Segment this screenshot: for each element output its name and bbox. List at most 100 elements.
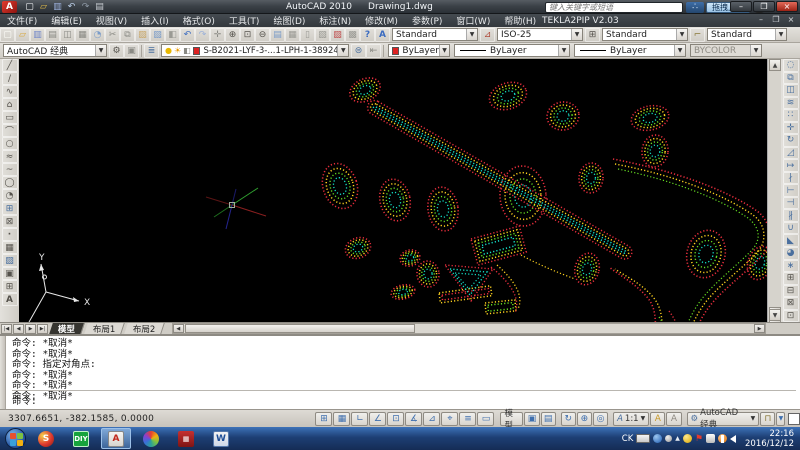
rectangle-icon[interactable]: ▭ bbox=[2, 111, 18, 124]
fillet-icon[interactable]: ◕ bbox=[783, 247, 799, 260]
hatch-icon[interactable]: ▦ bbox=[2, 241, 18, 254]
mleader-style-combo[interactable]: Standard▼ bbox=[707, 28, 787, 41]
lineweight-combo[interactable]: ByLayer▼ bbox=[574, 44, 686, 57]
menu-item[interactable]: 修改(M) bbox=[358, 14, 405, 27]
open-icon[interactable]: ▱ bbox=[15, 28, 30, 42]
menu-item[interactable]: 编辑(E) bbox=[44, 14, 89, 27]
search-input[interactable] bbox=[545, 2, 683, 13]
first-tab-icon[interactable]: |◀ bbox=[1, 324, 12, 334]
steeringwheel-icon[interactable]: ◎ bbox=[593, 412, 608, 426]
taskbar-pinwheel-app[interactable] bbox=[136, 428, 166, 449]
restore-button[interactable]: ❐ bbox=[753, 1, 775, 12]
chevron-down-icon[interactable]: ▼ bbox=[558, 45, 569, 56]
linetype-combo[interactable]: ByLayer▼ bbox=[454, 44, 570, 57]
autocad-logo-icon[interactable]: A bbox=[2, 1, 17, 13]
copy-icon[interactable]: ⧉ bbox=[120, 28, 135, 42]
tray-expand-icon[interactable]: ▲ bbox=[675, 435, 680, 442]
tab-layout2[interactable]: 布局2 bbox=[125, 323, 166, 334]
chevron-down-icon[interactable]: ▼ bbox=[466, 29, 477, 40]
designcenter-icon[interactable]: ▦ bbox=[285, 28, 300, 42]
make-block-icon[interactable]: ⊠ bbox=[2, 215, 18, 228]
text-style-combo[interactable]: Standard▼ bbox=[392, 28, 478, 41]
quickcalc-icon[interactable]: ▩ bbox=[345, 28, 360, 42]
publish-icon[interactable]: ▦ bbox=[75, 28, 90, 42]
undo-icon[interactable]: ↶ bbox=[65, 1, 78, 13]
table-style-combo[interactable]: Standard▼ bbox=[602, 28, 688, 41]
sheet-set-manager-icon[interactable]: ▧ bbox=[315, 28, 330, 42]
table-style-icon[interactable]: ⊞ bbox=[585, 28, 600, 42]
qp-toggle[interactable]: ▭ bbox=[477, 412, 494, 426]
menu-item[interactable]: 插入(I) bbox=[134, 14, 176, 27]
workspace-save-icon[interactable]: ▣ bbox=[124, 44, 139, 58]
scroll-up-icon[interactable]: ▲ bbox=[769, 59, 781, 71]
extend-icon[interactable]: ⊢ bbox=[783, 184, 799, 197]
menu-item[interactable]: 文件(F) bbox=[0, 14, 44, 27]
circle-icon[interactable]: ○ bbox=[2, 137, 18, 150]
offset-icon[interactable]: ≋ bbox=[783, 97, 799, 110]
ducs-toggle[interactable]: ⊿ bbox=[423, 412, 440, 426]
table-icon[interactable]: ⊞ bbox=[2, 280, 18, 293]
sogou-tray-icon[interactable] bbox=[653, 434, 662, 443]
chevron-down-icon[interactable]: ▼ bbox=[775, 29, 786, 40]
doc-restore-button[interactable]: ❐ bbox=[770, 15, 782, 24]
markup-set-manager-icon[interactable]: ▨ bbox=[330, 28, 345, 42]
vertical-scrollbar[interactable]: ▲ ▼ bbox=[767, 59, 781, 322]
menu-item[interactable]: 绘图(D) bbox=[266, 14, 312, 27]
taskbar-autocad-app[interactable]: A bbox=[101, 428, 131, 449]
autoscale-icon[interactable]: A bbox=[666, 412, 681, 426]
annotation-scale-button[interactable]: A 1:1 ▼ bbox=[613, 412, 649, 426]
lwt-toggle[interactable]: ≡ bbox=[459, 412, 476, 426]
break-at-point-icon[interactable]: ⊣ bbox=[783, 197, 799, 210]
pan-icon[interactable]: ✛ bbox=[210, 28, 225, 42]
menu-item[interactable]: 格式(O) bbox=[176, 14, 222, 27]
paste-icon[interactable]: ▨ bbox=[135, 28, 150, 42]
tab-model[interactable]: 模型 bbox=[49, 323, 85, 334]
model-space-drawing[interactable]: YXZ bbox=[19, 59, 767, 322]
horizontal-scrollbar[interactable]: ◀ ▶ bbox=[172, 323, 766, 334]
plot-preview-icon[interactable]: ◫ bbox=[60, 28, 75, 42]
taskbar-diy-app[interactable]: DIY bbox=[66, 428, 96, 449]
chevron-down-icon[interactable]: ▼ bbox=[674, 45, 685, 56]
clean-screen-button[interactable] bbox=[788, 413, 800, 425]
make-layer-current-icon[interactable]: ⊜ bbox=[351, 44, 366, 58]
workspace-settings-icon[interactable]: ⚙ bbox=[109, 44, 124, 58]
security-flag-icon[interactable]: ⚑ bbox=[695, 434, 703, 444]
open-icon[interactable]: ▱ bbox=[37, 1, 50, 13]
zoom-previous-icon[interactable]: ⊖ bbox=[255, 28, 270, 42]
menu-item[interactable]: 工具(T) bbox=[222, 14, 267, 27]
region-icon[interactable]: ▣ bbox=[2, 267, 18, 280]
zoom-realtime-icon[interactable]: ⊕ bbox=[225, 28, 240, 42]
toolbar-lock-icon[interactable]: ⊓ bbox=[760, 412, 775, 426]
copy-icon[interactable]: ⧉ bbox=[783, 72, 799, 85]
block-editor-icon[interactable]: ◧ bbox=[165, 28, 180, 42]
communication-center-icon[interactable]: ∴ bbox=[686, 2, 704, 13]
prev-tab-icon[interactable]: ◀ bbox=[13, 324, 24, 334]
annotation-visibility-icon[interactable]: A bbox=[650, 412, 665, 426]
chamfer-icon[interactable]: ◣ bbox=[783, 234, 799, 247]
break-icon[interactable]: ∦ bbox=[783, 209, 799, 222]
drawing-canvas[interactable]: YXZ bbox=[19, 59, 767, 322]
new-icon[interactable]: ▢ bbox=[23, 1, 36, 13]
rotate-icon[interactable]: ↻ bbox=[783, 134, 799, 147]
snap-toggle[interactable]: ⊞ bbox=[315, 412, 332, 426]
scroll-down-icon[interactable]: ▼ bbox=[769, 309, 781, 321]
move-icon[interactable]: ✛ bbox=[783, 122, 799, 135]
chevron-down-icon[interactable]: ▼ bbox=[95, 45, 106, 56]
mleader-style-icon[interactable]: ⌐ bbox=[690, 28, 705, 42]
keyboard-icon[interactable] bbox=[636, 434, 650, 443]
erase-icon[interactable]: ◌ bbox=[783, 59, 799, 72]
quick-view-drawings-icon[interactable]: ▤ bbox=[541, 412, 556, 426]
match-properties-icon[interactable]: ▧ bbox=[150, 28, 165, 42]
dim-style-combo[interactable]: ISO-25▼ bbox=[497, 28, 583, 41]
stretch-icon[interactable]: ↦ bbox=[783, 159, 799, 172]
command-window[interactable]: 命令: *取消*命令: *取消*命令: 指定对角点:命令: *取消*命令: *取… bbox=[0, 334, 800, 409]
ime-indicator[interactable]: CK bbox=[622, 434, 634, 444]
scale-icon[interactable]: ◿ bbox=[783, 147, 799, 160]
spline-icon[interactable]: ~ bbox=[2, 163, 18, 176]
scroll-right-icon[interactable]: ▶ bbox=[754, 324, 765, 333]
plugin-menu-item[interactable]: TEKLA2PIP V2.03 bbox=[534, 16, 627, 26]
zoom-icon[interactable]: ⊕ bbox=[577, 412, 592, 426]
tool-palettes-icon[interactable]: ▯ bbox=[300, 28, 315, 42]
redo-icon[interactable]: ↷ bbox=[195, 28, 210, 42]
construction-line-icon[interactable]: ∕ bbox=[2, 72, 18, 85]
